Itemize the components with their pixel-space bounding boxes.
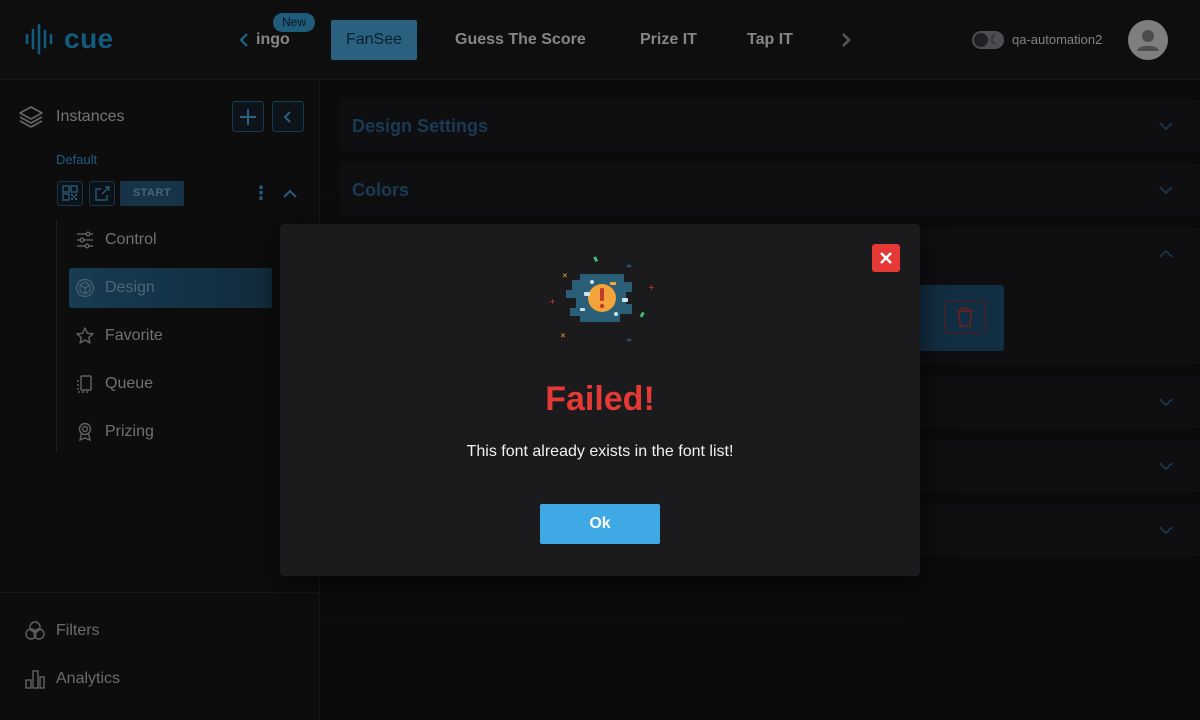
svg-text:+: + xyxy=(648,283,655,292)
error-dialog: + + ✕ ✕ ≈ ≈ Failed! This font already ex… xyxy=(280,224,920,576)
close-dialog-button[interactable] xyxy=(872,244,900,272)
svg-text:≈: ≈ xyxy=(626,262,632,270)
dialog-title: Failed! xyxy=(545,380,655,418)
error-illustration-icon: + + ✕ ✕ ≈ ≈ xyxy=(549,256,655,344)
dialog-message: This font already exists in the font lis… xyxy=(466,443,734,460)
app-root: cue ingo New FanSee Guess The Score Priz… xyxy=(0,0,1200,720)
close-icon xyxy=(880,252,892,264)
svg-text:+: + xyxy=(549,297,556,306)
svg-text:✕: ✕ xyxy=(560,332,566,340)
svg-text:✕: ✕ xyxy=(562,272,568,280)
svg-text:≈: ≈ xyxy=(626,336,632,344)
ok-button[interactable]: Ok xyxy=(540,504,660,544)
